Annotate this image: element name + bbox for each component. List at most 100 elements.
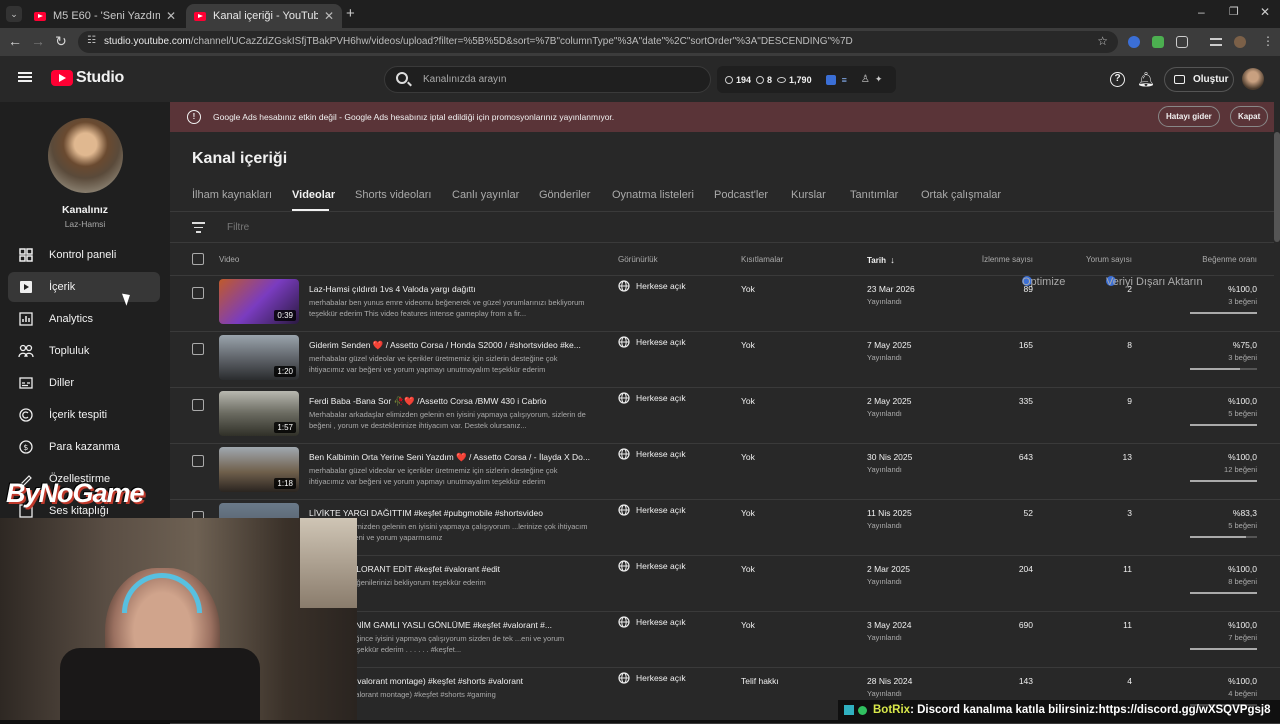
youtube-logo-icon [51,70,73,86]
visibility-cell[interactable]: Herkese açık [618,560,686,572]
col-restrictions[interactable]: Kısıtlamalar [741,255,783,264]
help-icon[interactable]: ? [1110,72,1125,87]
profile-avatar-icon[interactable] [1234,36,1246,48]
video-description: merhabalar güzel videolar ve içerikler ü… [309,354,558,374]
url-path: /channel/UCazZdZGskISfjTBakPVH6hw/videos… [190,36,853,47]
account-avatar[interactable] [1242,68,1264,90]
table-row[interactable]: 1:20 Giderim Senden ❤️ / Assetto Corsa / … [170,332,1280,388]
video-title[interactable]: LİVİKTE YARGI DAĞITTIM #keşfet #pubgmobi… [309,508,591,518]
sidebar-item-analytics[interactable]: Analytics [8,304,160,334]
views-cell: 690 [1018,620,1033,630]
video-title[interactable]: Giderim Senden ❤️ / Assetto Corsa / Hond… [309,340,591,351]
bookmark-star-icon[interactable]: ☆ [1097,34,1108,48]
close-banner-button[interactable]: Kapat [1230,106,1269,127]
search-box[interactable]: Kanalınızda arayın [384,66,711,93]
sidebar-item-community[interactable]: Topluluk [8,336,160,366]
col-likes[interactable]: Beğenme oranı [1202,255,1257,264]
sort-down-arrow-icon: ↓ [890,255,895,265]
select-all-checkbox[interactable] [192,253,204,265]
video-thumbnail[interactable]: 0:39 [219,279,299,324]
table-row[interactable]: 1:57 Ferdi Baba -Bana Sor 🥀❤️ /Assetto Co… [170,388,1280,444]
minimize-button[interactable]: – [1198,5,1205,19]
like-ratio-bar [1190,424,1257,426]
col-date[interactable]: Tarih ↓ [867,255,895,265]
window-close-button[interactable]: ✕ [1260,5,1270,19]
maximize-button[interactable]: ❐ [1229,5,1239,18]
sort-icon: ≡ [841,74,847,85]
stats-pill[interactable]: 194 8 1,790 ≡ ♙ ✦ [717,66,896,93]
error-icon: ! [187,110,201,124]
bot-icon [844,705,854,715]
row-checkbox[interactable] [192,343,204,355]
browser-tab-active[interactable]: Kanal içeriği - YouTube Studio ✕ [186,4,342,28]
video-thumbnail[interactable]: 1:20 [219,335,299,380]
menu-icon[interactable] [18,72,32,82]
analytics-icon [17,310,35,328]
sidebar-item-label: Diller [49,377,75,389]
close-icon[interactable]: ✕ [324,9,334,23]
sidebar-item-dashboard[interactable]: Kontrol paneli [8,240,160,270]
tab-shorts[interactable]: Shorts videoları [355,189,431,201]
visibility-cell[interactable]: Herkese açık [618,392,686,404]
likes-count: 3 beğeni [1228,297,1257,306]
col-visibility[interactable]: Görünürlük [618,255,658,264]
date-cell: 30 Nis 2025 [867,452,913,462]
back-button[interactable]: ← [6,33,24,49]
site-info-icon[interactable]: ☷ [87,35,96,46]
tab-search-button[interactable]: ⌄ [6,6,22,22]
shield-extension-icon[interactable] [1152,36,1164,48]
row-checkbox[interactable] [192,287,204,299]
forward-button[interactable]: → [29,33,47,49]
table-row[interactable]: 1:18 Ben Kalbimin Orta Yerine Seni Yazdım… [170,444,1280,500]
visibility-cell[interactable]: Herkese açık [618,336,686,348]
tab-promotions[interactable]: Tanıtımlar [850,189,898,201]
table-row[interactable]: 0:39 Laz-Hamsi çıldırdı 1vs 4 Valoda yarg… [170,276,1280,332]
visibility-cell[interactable]: Herkese açık [618,280,686,292]
reading-list-icon[interactable] [1210,38,1222,46]
filter-icon[interactable] [192,222,205,233]
row-checkbox[interactable] [192,455,204,467]
video-thumbnail[interactable]: 1:57 [219,391,299,436]
video-title[interactable]: Laz-Hamsi çıldırdı 1vs 4 Valoda yargı da… [309,284,591,294]
address-bar[interactable]: ☷ studio.youtube.com/channel/UCazZdZGskI… [78,31,1118,53]
filter-input[interactable]: Filtre [227,222,249,233]
tab-podcasts[interactable]: Podcast'ler [714,189,768,201]
video-duration: 1:57 [274,422,296,433]
fix-error-button[interactable]: Hatayı gider [1158,106,1220,127]
search-input[interactable]: Kanalınızda arayın [423,74,506,85]
sidebar-item-content-detection[interactable]: İçerik tespiti [8,400,160,430]
sidebar-item-languages[interactable]: Diller [8,368,160,398]
tab-posts[interactable]: Gönderiler [539,189,590,201]
browser-menu-icon[interactable]: ⋮ [1262,34,1274,48]
visibility-cell[interactable]: Herkese açık [618,672,686,684]
puzzle-extensions-icon[interactable] [1176,36,1188,48]
dollar-icon: $ [17,438,35,456]
close-icon[interactable]: ✕ [166,9,176,23]
visibility-cell[interactable]: Herkese açık [618,616,686,628]
video-thumbnail[interactable]: 1:18 [219,447,299,492]
tab-collaborations[interactable]: Ortak çalışmalar [921,189,1001,201]
tab-videos[interactable]: Videolar [292,189,335,201]
visibility-cell[interactable]: Herkese açık [618,504,686,516]
reload-button[interactable]: ↻ [52,33,70,50]
sidebar-item-content[interactable]: İçerik [8,272,160,302]
row-checkbox[interactable] [192,399,204,411]
new-tab-button[interactable]: + [346,5,355,22]
tab-inspiration[interactable]: İlham kaynakları [192,189,272,201]
scrollbar[interactable] [1274,132,1280,242]
extension-icon[interactable] [1128,36,1140,48]
visibility-cell[interactable]: Herkese açık [618,448,686,460]
video-title[interactable]: Ben Kalbimin Orta Yerine Seni Yazdım ❤️ … [309,452,591,463]
tab-courses[interactable]: Kurslar [791,189,826,201]
channel-avatar[interactable] [48,118,123,193]
sidebar-item-monetization[interactable]: $ Para kazanma [8,432,160,462]
studio-logo[interactable]: Studio [51,69,124,87]
col-comments[interactable]: Yorum sayısı [1086,255,1132,264]
tab-playlists[interactable]: Oynatma listeleri [612,189,694,201]
col-views[interactable]: İzlenme sayısı [982,255,1033,264]
create-button[interactable]: Oluştur [1164,67,1234,92]
tab-live[interactable]: Canlı yayınlar [452,189,519,201]
notifications-bell-icon[interactable]: 🔔︎ [1137,71,1155,88]
video-title[interactable]: Ferdi Baba -Bana Sor 🥀❤️ /Assetto Corsa … [309,396,591,407]
browser-tab[interactable]: M5 E60 - 'Seni Yazdım' Müslüm ✕ [26,4,184,28]
